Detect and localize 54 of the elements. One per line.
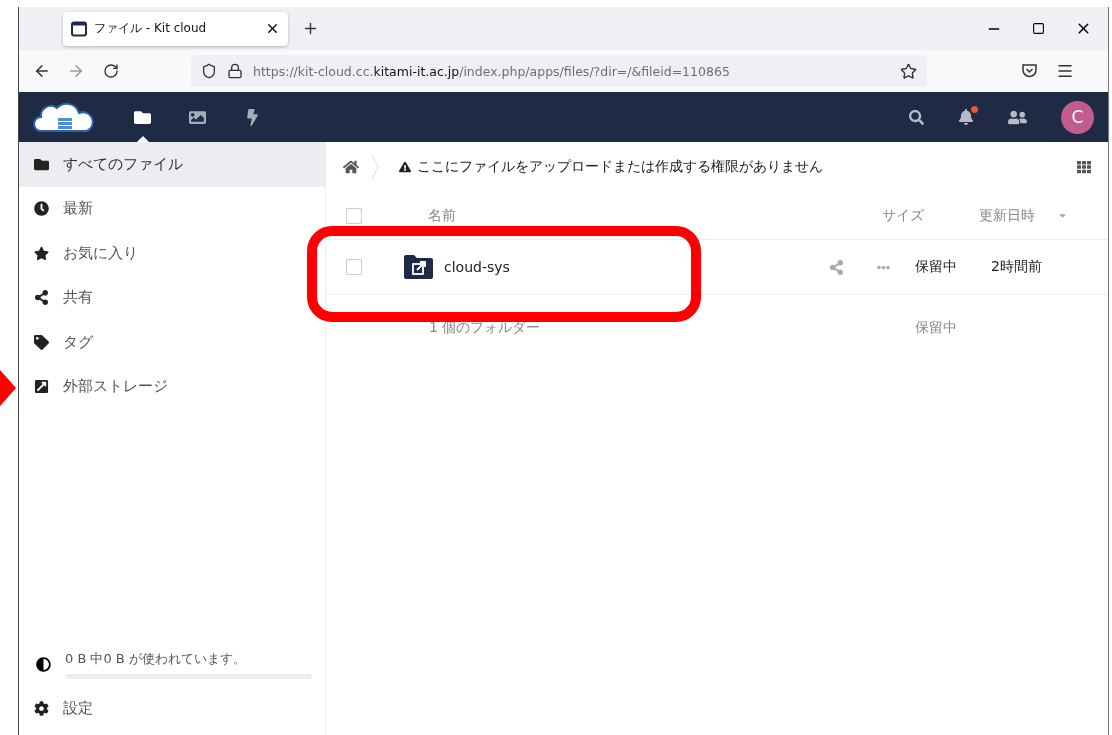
settings-item[interactable]: 設定: [19, 686, 325, 731]
external-link-icon: [34, 379, 49, 395]
column-header[interactable]: 名前: [428, 206, 456, 225]
sidebar-item[interactable]: お気に入り: [19, 231, 325, 276]
forward-icon[interactable]: [67, 62, 85, 80]
lightning-icon: [244, 108, 261, 126]
column-header[interactable]: 更新日時: [979, 206, 1109, 225]
grid-view-icon[interactable]: [1077, 160, 1091, 174]
sidebar-item[interactable]: 最新: [19, 186, 325, 231]
tab-title: ファイル - Kit cloud: [94, 20, 208, 37]
home-icon[interactable]: [343, 159, 359, 175]
file-size: 保留中: [915, 258, 958, 276]
settings-icon: [34, 701, 49, 717]
sidebar-item[interactable]: 外部ストレージ: [19, 364, 325, 409]
pocket-icon[interactable]: [1021, 63, 1038, 79]
maximize-icon[interactable]: [1032, 22, 1045, 35]
quota-icon: [36, 657, 51, 672]
sidebar-item[interactable]: 共有: [19, 275, 325, 320]
shield-icon: [201, 63, 217, 79]
user-avatar[interactable]: C: [1061, 100, 1094, 134]
permission-notice: ここにファイルをアップロードまたは作成する権限がありません: [399, 158, 823, 176]
bookmark-star-icon[interactable]: [900, 62, 917, 80]
browser-tab[interactable]: ファイル - Kit cloud: [63, 11, 288, 46]
new-tab-icon[interactable]: [302, 20, 319, 37]
total-size: 保留中: [915, 318, 957, 337]
lock-icon: [227, 63, 243, 79]
warning-icon: [399, 161, 411, 173]
menu-icon[interactable]: [1056, 62, 1074, 80]
file-name[interactable]: cloud-sys: [444, 259, 829, 275]
quota-text: 0 B 中0 B が使われています。: [65, 650, 247, 668]
star-icon: [34, 245, 49, 261]
sidebar-item[interactable]: タグ: [19, 320, 325, 365]
column-header[interactable]: サイズ: [882, 206, 979, 225]
search-icon[interactable]: [909, 109, 924, 125]
modified-time: 2時間前: [991, 258, 1042, 276]
back-icon[interactable]: [33, 62, 51, 80]
folder-icon: [134, 108, 151, 126]
close-icon[interactable]: [265, 21, 280, 36]
reload-icon[interactable]: [103, 63, 119, 79]
tag-icon: [34, 334, 49, 350]
row-checkbox[interactable]: [346, 259, 362, 275]
image-icon: [189, 108, 206, 126]
share-icon: [34, 290, 49, 306]
logo-drawing[interactable]: [33, 101, 95, 133]
sidebar-item[interactable]: すべてのファイル: [19, 142, 325, 187]
window-icon: [71, 20, 87, 37]
external-folder-icon: [404, 255, 433, 279]
folder-count: 1 個のフォルダー: [429, 318, 542, 337]
clock-icon: [34, 201, 49, 217]
pointer-arrow: [0, 370, 16, 406]
select-all-checkbox[interactable]: [346, 207, 362, 224]
breadcrumb-chevron-icon: [371, 154, 379, 180]
folder-icon: [34, 156, 49, 172]
address-bar[interactable]: https://kit-cloud.cc.kitami-it.ac.jp/index.php/apps/files/?dir=/&fileid=110865: [191, 55, 927, 87]
